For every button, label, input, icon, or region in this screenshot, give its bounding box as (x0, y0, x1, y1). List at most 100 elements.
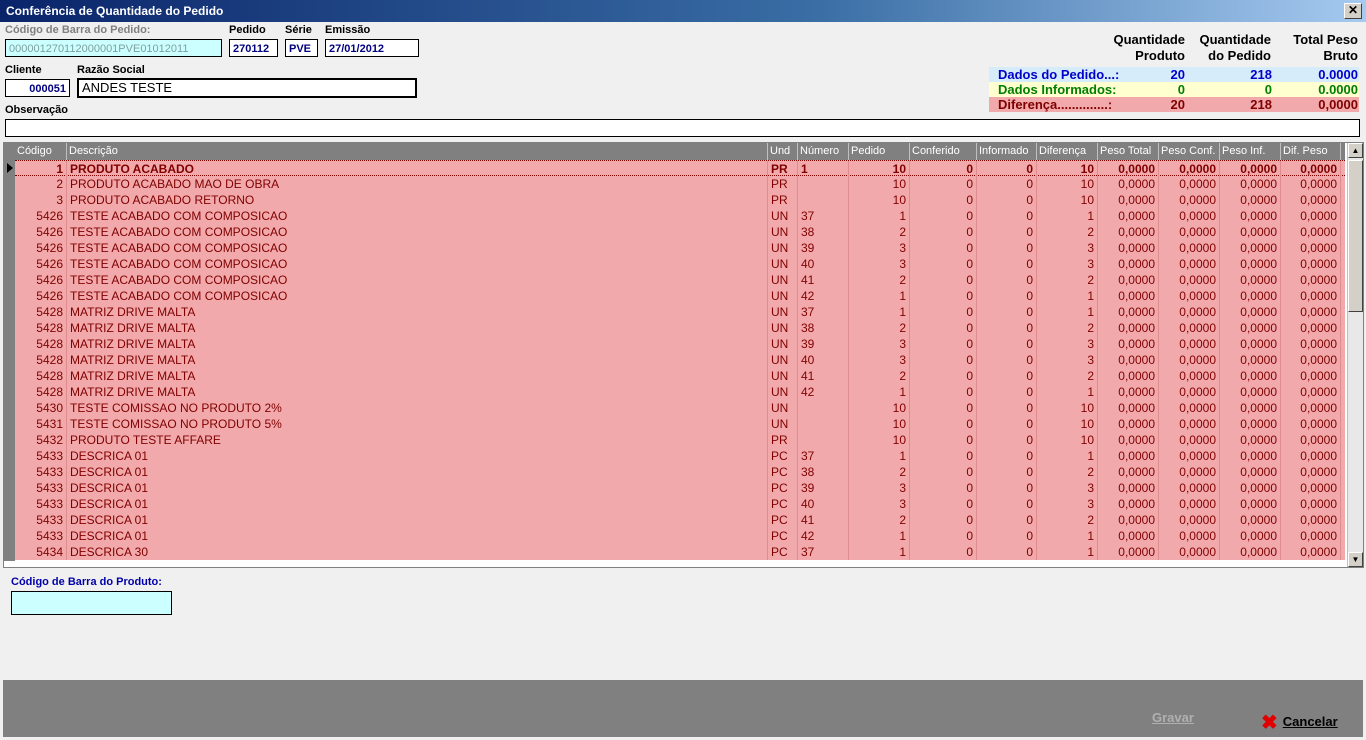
table-row[interactable]: 5428 MATRIZ DRIVE MALTA UN 38 2 0 0 2 0,0000 0,00… (15, 320, 1345, 336)
column-header[interactable]: Peso Conf. (1159, 143, 1220, 160)
vertical-scrollbar[interactable]: ▲ ▼ (1347, 143, 1363, 567)
table-cell: 5426 (15, 288, 67, 304)
save-button[interactable]: Gravar (1152, 710, 1194, 725)
table-cell: 1 (849, 544, 910, 560)
column-header[interactable]: Peso Total (1098, 143, 1159, 160)
table-cell: 39 (798, 336, 849, 352)
table-row[interactable]: 5433 DESCRICA 01 PC 39 3 0 0 3 0,0000 0,0000 0,000… (15, 480, 1345, 496)
close-button[interactable]: ✕ (1344, 3, 1362, 19)
table-cell: 0,0000 (1098, 448, 1159, 464)
table-cell: MATRIZ DRIVE MALTA (67, 352, 768, 368)
table-row[interactable]: 5431 TESTE COMISSAO NO PRODUTO 5% UN 10 0 0 10… (15, 416, 1345, 432)
table-cell: 0,0000 (1159, 464, 1220, 480)
summary-header-weight-line2: Bruto (1323, 48, 1358, 63)
column-header[interactable]: Código (15, 143, 67, 160)
table-cell: 3 (1037, 240, 1098, 256)
table-row[interactable]: 5428 MATRIZ DRIVE MALTA UN 42 1 0 0 1 0,0000 0,00… (15, 384, 1345, 400)
table-row[interactable]: 5426 TESTE ACABADO COM COMPOSICAO UN 40 3 0 0 3… (15, 256, 1345, 272)
table-cell: 40 (798, 256, 849, 272)
triangle-right-icon (7, 163, 13, 173)
table-row[interactable]: 3 PRODUTO ACABADO RETORNO PR 10 0 0 10 0,0000 0,… (15, 192, 1345, 208)
table-cell: 10 (849, 432, 910, 448)
table-cell: 0,0000 (1281, 368, 1341, 384)
scroll-up-button[interactable]: ▲ (1348, 143, 1363, 158)
table-cell: UN (768, 256, 798, 272)
table-row[interactable]: 1 PRODUTO ACABADO PR 1 10 0 0 10 0,0000 0,0000 0,0… (15, 160, 1345, 177)
table-cell: TESTE COMISSAO NO PRODUTO 2% (67, 400, 768, 416)
table-row[interactable]: 5426 TESTE ACABADO COM COMPOSICAO UN 39 3 0 0 3… (15, 240, 1345, 256)
table-cell: 0,0000 (1220, 352, 1281, 368)
table-cell: 0,0000 (1281, 528, 1341, 544)
table-cell: 0 (977, 161, 1037, 177)
table-row[interactable]: 5426 TESTE ACABADO COM COMPOSICAO UN 37 1 0 0 1… (15, 208, 1345, 224)
table-cell: DESCRICA 01 (67, 448, 768, 464)
column-header[interactable]: Descrição (67, 143, 768, 160)
column-header[interactable]: Pedido (849, 143, 910, 160)
table-cell: 41 (798, 512, 849, 528)
table-cell: 0,0000 (1159, 480, 1220, 496)
table-row[interactable]: 2 PRODUTO ACABADO MAO DE OBRA PR 10 0 0 10 0,00… (15, 176, 1345, 192)
table-row[interactable]: 5434 DESCRICA 30 PC 37 1 0 0 1 0,0000 0,0000 0,000… (15, 544, 1345, 560)
table-cell: 42 (798, 384, 849, 400)
column-header[interactable]: Peso Inf. (1220, 143, 1281, 160)
table-cell: 5432 (15, 432, 67, 448)
order-barcode-field[interactable]: 000001270112000001PVE01012011 (5, 39, 222, 57)
table-row[interactable]: 5426 TESTE ACABADO COM COMPOSICAO UN 38 2 0 0 2… (15, 224, 1345, 240)
table-row[interactable]: 5433 DESCRICA 01 PC 37 1 0 0 1 0,0000 0,0000 0,000… (15, 448, 1345, 464)
table-row[interactable]: 5428 MATRIZ DRIVE MALTA UN 40 3 0 0 3 0,0000 0,00… (15, 352, 1345, 368)
table-cell: 1 (1037, 288, 1098, 304)
table-cell: 41 (798, 272, 849, 288)
table-row[interactable]: 5433 DESCRICA 01 PC 38 2 0 0 2 0,0000 0,0000 0,000… (15, 464, 1345, 480)
items-grid[interactable]: Código Descrição Und Número Pedido Conferido I… (3, 142, 1364, 568)
table-row[interactable]: 5433 DESCRICA 01 PC 42 1 0 0 1 0,0000 0,0000 0,000… (15, 528, 1345, 544)
table-cell: PC (768, 480, 798, 496)
table-cell: TESTE ACABADO COM COMPOSICAO (67, 272, 768, 288)
table-cell: 1 (1037, 544, 1098, 560)
table-cell: 0,0000 (1159, 496, 1220, 512)
column-header[interactable]: Informado (977, 143, 1037, 160)
table-row[interactable]: 5428 MATRIZ DRIVE MALTA UN 41 2 0 0 2 0,0000 0,00… (15, 368, 1345, 384)
table-cell: 3 (1037, 352, 1098, 368)
column-header[interactable]: Dif. Peso (1281, 143, 1341, 160)
title-bar: Conferência de Quantidade do Pedido ✕ (0, 0, 1366, 22)
observacao-field[interactable] (5, 119, 1360, 137)
table-cell: 0,0000 (1281, 352, 1341, 368)
table-row[interactable]: 5428 MATRIZ DRIVE MALTA UN 39 3 0 0 3 0,0000 0,00… (15, 336, 1345, 352)
product-barcode-field[interactable] (11, 591, 172, 615)
scroll-down-button[interactable]: ▼ (1348, 552, 1363, 567)
table-cell: 0 (910, 288, 977, 304)
table-cell: 0 (910, 416, 977, 432)
table-cell: 2 (15, 176, 67, 192)
table-row[interactable]: 5426 TESTE ACABADO COM COMPOSICAO UN 41 2 0 0 2… (15, 272, 1345, 288)
table-cell: 0,0000 (1098, 512, 1159, 528)
table-cell: 0,0000 (1220, 176, 1281, 192)
table-cell: 0,0000 (1159, 320, 1220, 336)
column-header[interactable]: Conferido (910, 143, 977, 160)
table-cell: 1 (1037, 448, 1098, 464)
table-cell: 0,0000 (1098, 400, 1159, 416)
table-cell: 40 (798, 352, 849, 368)
table-cell: 0 (977, 176, 1037, 192)
column-header[interactable]: Diferença (1037, 143, 1098, 160)
summary-header-qty-product-line1: Quantidade (1113, 32, 1185, 47)
table-row[interactable]: 5428 MATRIZ DRIVE MALTA UN 37 1 0 0 1 0,0000 0,00… (15, 304, 1345, 320)
table-cell: 0 (977, 528, 1037, 544)
table-row[interactable]: 5430 TESTE COMISSAO NO PRODUTO 2% UN 10 0 0 10… (15, 400, 1345, 416)
summary-header-qty-product-line2: Produto (1135, 48, 1185, 63)
table-cell (798, 192, 849, 208)
table-row[interactable]: 5432 PRODUTO TESTE AFFARE PR 10 0 0 10 0,0000 0,… (15, 432, 1345, 448)
column-header[interactable]: Número (798, 143, 849, 160)
table-cell: 37 (798, 304, 849, 320)
cancel-button[interactable]: ✖ Cancelar (1261, 710, 1338, 735)
table-row[interactable]: 5433 DESCRICA 01 PC 41 2 0 0 2 0,0000 0,0000 0,000… (15, 512, 1345, 528)
scroll-thumb[interactable] (1348, 160, 1363, 312)
table-cell: 3 (1037, 336, 1098, 352)
table-cell: UN (768, 320, 798, 336)
column-header[interactable]: Und (768, 143, 798, 160)
table-cell: 0,0000 (1098, 256, 1159, 272)
table-cell: 0 (977, 304, 1037, 320)
table-row[interactable]: 5433 DESCRICA 01 PC 40 3 0 0 3 0,0000 0,0000 0,000… (15, 496, 1345, 512)
table-cell: PRODUTO ACABADO MAO DE OBRA (67, 176, 768, 192)
table-cell: MATRIZ DRIVE MALTA (67, 368, 768, 384)
table-row[interactable]: 5426 TESTE ACABADO COM COMPOSICAO UN 42 1 0 0 1… (15, 288, 1345, 304)
